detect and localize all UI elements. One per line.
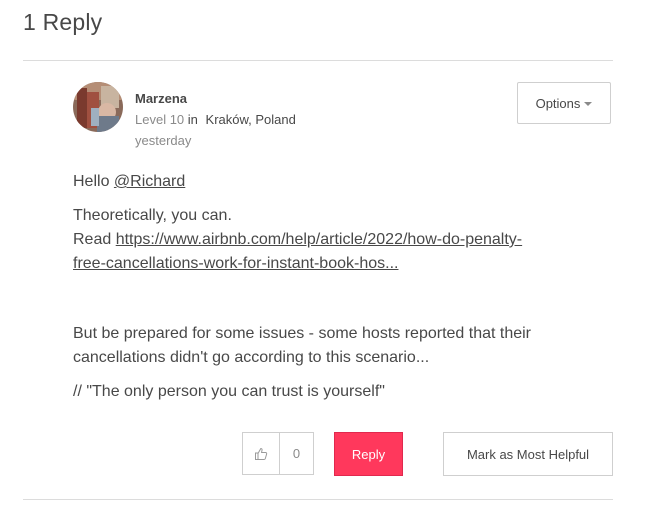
link-text-line-2: free-cancellations-work-for-instant-book… <box>73 255 399 272</box>
warning-text: But be prepared for some issues - some h… <box>73 325 532 366</box>
author-rank[interactable]: Level 10 <box>135 112 184 127</box>
bottom-divider <box>23 499 613 500</box>
kudos-button[interactable] <box>243 433 280 474</box>
read-line: Read https://www.airbnb.com/help/article… <box>73 228 613 276</box>
replies-heading: 1 Reply <box>23 9 103 35</box>
kudos-count: 0 <box>292 446 301 461</box>
help-article-link[interactable]: https://www.airbnb.com/help/article/2022… <box>73 231 522 272</box>
options-label: Options <box>535 95 581 111</box>
options-button[interactable]: Options <box>517 82 611 124</box>
signature-text: // "The only person you can trust is you… <box>73 383 385 400</box>
greeting-text: Hello <box>73 173 114 190</box>
kudos-widget: 0 <box>242 432 314 475</box>
thumbs-up-icon <box>255 447 268 460</box>
post-timestamp: yesterday <box>135 133 192 148</box>
greeting-line: Hello @Richard <box>73 170 613 194</box>
author-name[interactable]: Marzena <box>135 91 187 106</box>
avatar-image <box>73 82 123 132</box>
author-meta: Level 10 in Kraków, Poland <box>135 112 296 127</box>
mention-link[interactable]: @Richard <box>114 173 185 190</box>
can-line: Theoretically, you can. <box>73 207 232 224</box>
read-prefix: Read <box>73 231 116 248</box>
link-text-line-1: https://www.airbnb.com/help/article/2022… <box>115 231 523 248</box>
author-location: Kraków, Poland <box>205 112 296 127</box>
mark-most-helpful-button[interactable]: Mark as Most Helpful <box>443 432 613 476</box>
caret-down-icon <box>584 102 593 106</box>
reply-button[interactable]: Reply <box>334 432 403 476</box>
avatar[interactable] <box>73 82 123 132</box>
location-prefix: in <box>187 112 198 127</box>
top-divider <box>23 60 613 61</box>
post-body: Hello @Richard Theoretically, you can. R… <box>73 170 613 404</box>
